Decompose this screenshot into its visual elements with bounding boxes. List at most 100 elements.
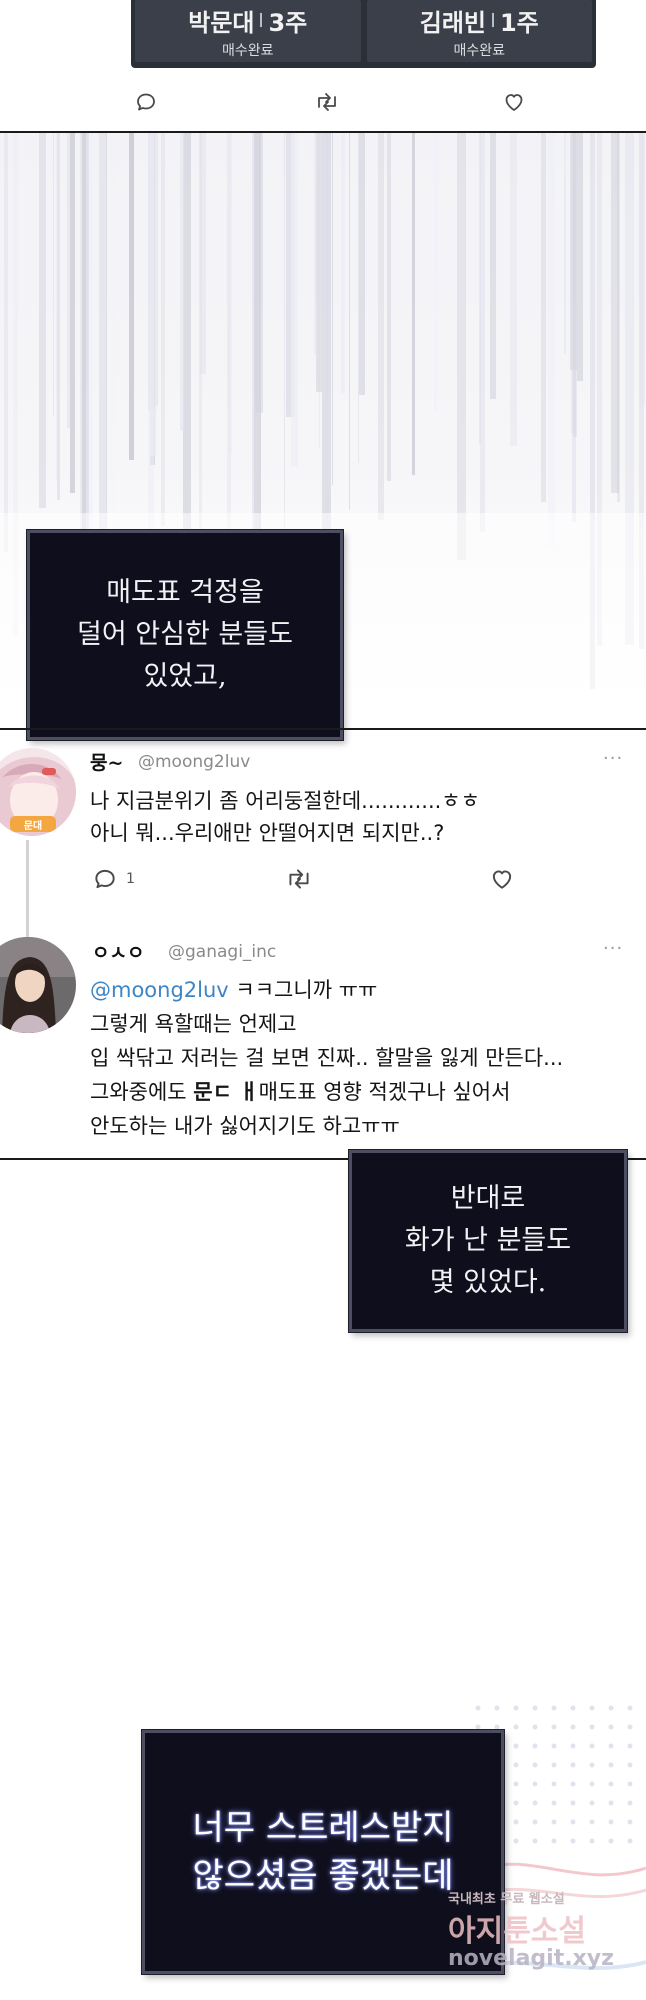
retweet-icon: [318, 93, 336, 111]
watermark-url: novelagit.xyz: [448, 1946, 614, 1971]
stock-card-weeks: 3주: [268, 8, 308, 37]
pattern-dot: [551, 1762, 557, 1768]
pattern-dot: [570, 1800, 576, 1806]
pattern-dot: [551, 1800, 557, 1806]
avatar-image: [0, 937, 76, 1033]
avatar[interactable]: 문대: [0, 748, 76, 836]
like-button[interactable]: [502, 90, 526, 114]
like-button[interactable]: [489, 866, 515, 892]
tweet-author-handle[interactable]: @moong2luv: [138, 752, 250, 772]
pattern-dot: [570, 1781, 576, 1787]
speed-line: [564, 133, 566, 354]
speed-line: [577, 133, 583, 381]
speed-line: [359, 133, 365, 395]
tweet-text-line: 입 싹닦고 저러는 걸 보면 진짜.. 할말을 잃게 만든다...: [90, 1046, 564, 1070]
stock-status-panel: 박문대 3주 매수완료 김래빈 1주 매수완료: [131, 0, 596, 68]
speed-line: [434, 133, 437, 410]
speed-line: [319, 133, 320, 448]
pattern-dot: [494, 1705, 500, 1711]
narration-line: 있었고,: [143, 661, 227, 692]
thread-connector: [26, 840, 29, 940]
reply-icon: [95, 869, 115, 889]
pattern-dot: [513, 1838, 519, 1844]
speed-line: [349, 133, 350, 510]
like-icon: [492, 870, 512, 889]
tweet-author-handle[interactable]: @ganagi_inc: [168, 942, 276, 962]
mention-link[interactable]: @moong2luv: [90, 978, 229, 1002]
speed-line: [341, 133, 345, 393]
tweet-text-line: 안도하는 내가 싫어지기도 하고ㅠㅠ: [90, 1114, 400, 1138]
pattern-dot: [627, 1819, 633, 1825]
tweet-author-name[interactable]: 뭉~: [90, 748, 123, 775]
speed-line: [255, 133, 263, 413]
pattern-dot: [551, 1724, 557, 1730]
speed-line: [490, 133, 496, 399]
retweet-icon: [289, 869, 309, 889]
stock-separator: [260, 13, 263, 27]
pattern-dot: [589, 1705, 595, 1711]
pattern-dot: [627, 1705, 633, 1711]
reply-count: 1: [126, 871, 135, 887]
tweet-text-line: 그와중에도 문ㄷ ㅐ매도표 영향 적겠구나 싶어서: [90, 1076, 510, 1106]
avatar-badge: 문대: [23, 821, 43, 832]
pattern-dot: [589, 1838, 595, 1844]
speed-line: [129, 133, 134, 460]
speed-line: [573, 133, 577, 437]
speed-line: [86, 133, 93, 553]
speed-line: [541, 133, 546, 502]
narration-box-2: 반대로 화가 난 분들도 몇 있었다.: [349, 1150, 627, 1332]
tweet-text-line: 그렇게 욕할때는 언제고: [90, 1012, 297, 1036]
pattern-dot: [513, 1705, 519, 1711]
speed-line: [200, 133, 206, 374]
pattern-dot: [608, 1762, 614, 1768]
tweet-text-bold: 문ㄷ ㅐ: [193, 1080, 259, 1104]
reply-button[interactable]: [134, 90, 158, 114]
pattern-dot: [475, 1705, 481, 1711]
speed-line: [161, 133, 165, 526]
avatar[interactable]: [0, 937, 76, 1033]
pattern-dot: [551, 1838, 557, 1844]
pattern-dot: [608, 1705, 614, 1711]
stock-card-2: 김래빈 1주 매수완료: [366, 0, 592, 62]
pattern-dot: [589, 1800, 595, 1806]
speed-line: [183, 133, 191, 576]
more-icon[interactable]: ···: [603, 748, 623, 769]
pattern-dot: [627, 1800, 633, 1806]
speed-line: [611, 133, 619, 493]
pattern-dot: [532, 1781, 538, 1787]
pattern-dot: [551, 1819, 557, 1825]
like-icon: [505, 94, 523, 111]
pattern-dot: [475, 1724, 481, 1730]
panel-divider: [0, 728, 646, 730]
tweet-text-line: 아니 뭐...우리애만 안떨어지면 되지만..?: [90, 821, 445, 845]
speed-line: [291, 133, 298, 467]
speed-line: [378, 133, 384, 520]
pattern-dot: [513, 1743, 519, 1749]
pattern-dot: [608, 1800, 614, 1806]
tweet-text-line: @moong2luv ㅋㅋ그니까 ㅠㅠ: [90, 974, 377, 1004]
stock-card-status: 매수완료: [453, 42, 506, 59]
pattern-dot: [608, 1819, 614, 1825]
speed-line: [457, 133, 466, 560]
pattern-dot: [570, 1705, 576, 1711]
retweet-button[interactable]: [313, 90, 341, 114]
reply-button[interactable]: 1: [92, 866, 135, 892]
speed-line: [358, 133, 359, 463]
tweet-author-name[interactable]: ㅇㅅㅇ: [92, 938, 144, 965]
pattern-dot: [589, 1819, 595, 1825]
pattern-dot: [627, 1781, 633, 1787]
more-icon[interactable]: ···: [603, 938, 623, 959]
speed-line: [314, 133, 319, 354]
speed-line: [53, 133, 54, 416]
pattern-dot: [513, 1819, 519, 1825]
watermark-brand: 아지툰소설: [448, 1914, 586, 1949]
narration-box-1: 매도표 걱정을 덜어 안심한 분들도 있었고,: [27, 530, 343, 740]
retweet-button[interactable]: [284, 866, 314, 892]
stock-card-status: 매수완료: [221, 42, 274, 59]
speed-line: [412, 133, 415, 475]
pattern-dot: [532, 1838, 538, 1844]
pattern-dot: [608, 1781, 614, 1787]
pattern-dot: [627, 1762, 633, 1768]
stock-card-name: 김래빈: [419, 8, 486, 37]
tweet-text-line: 나 지금분위기 좀 어리둥절한데............ㅎㅎ: [90, 789, 480, 813]
